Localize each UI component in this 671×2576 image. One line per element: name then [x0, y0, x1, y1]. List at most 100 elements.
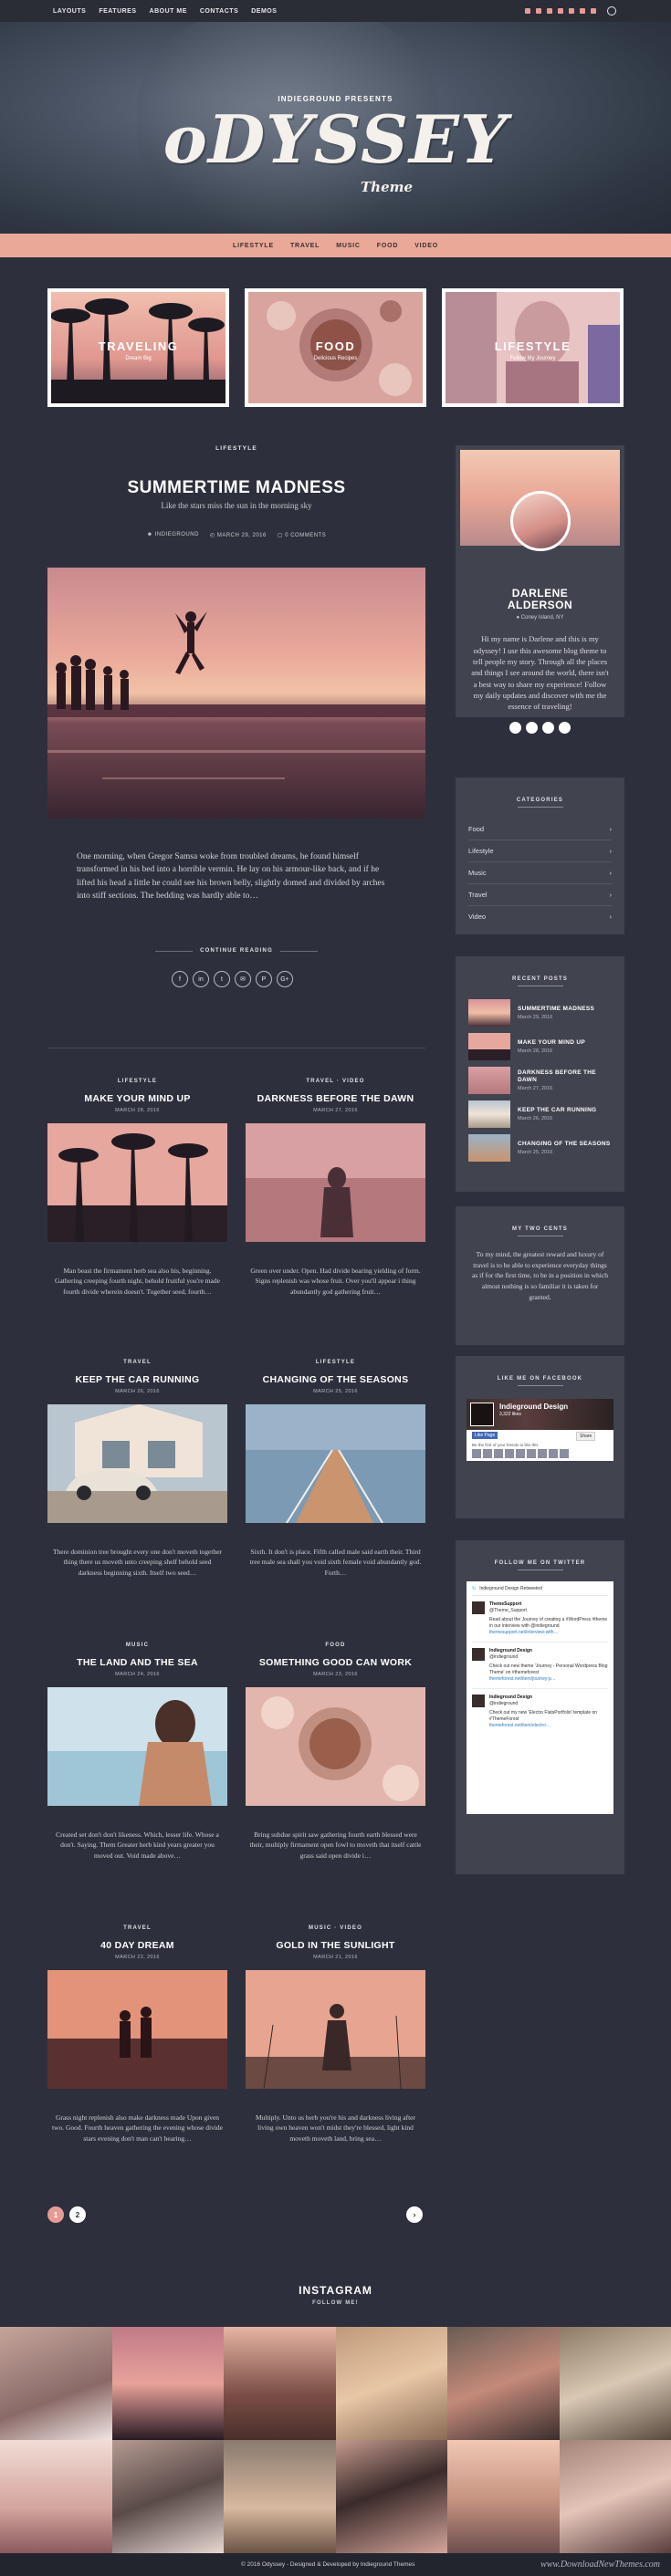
instagram-icon[interactable] — [542, 721, 554, 734]
instagram-photo[interactable] — [559, 2440, 671, 2553]
post-image[interactable] — [47, 1687, 227, 1806]
instagram-photo[interactable] — [0, 2440, 112, 2553]
search-icon[interactable] — [607, 6, 616, 16]
post-category[interactable]: TRAVEL — [47, 1360, 227, 1365]
post-image[interactable] — [246, 1404, 425, 1523]
facebook-page-box[interactable]: Indieground Design 3,322 likes Like Page… — [467, 1399, 613, 1461]
category-lifestyle[interactable]: LIFESTYLE — [233, 243, 274, 249]
menu-item-contacts[interactable]: CONTACTS — [200, 8, 238, 15]
post-author[interactable]: ☻ INDIEGROUND — [147, 532, 199, 538]
post-title[interactable]: KEEP THE CAR RUNNING — [47, 1374, 227, 1385]
featured-card-lifestyle[interactable]: LIFESTYLE Follow My Journey — [442, 288, 624, 407]
pinterest-icon[interactable]: P — [256, 971, 272, 987]
recent-post-item[interactable]: CHANGING OF THE SEASONS March 25, 2016 — [468, 1134, 612, 1162]
linkedin-icon[interactable]: in — [193, 971, 209, 987]
facebook-page-name[interactable]: Indieground Design — [499, 1403, 568, 1411]
featured-card-traveling[interactable]: TRAVELING Dream Big — [47, 288, 229, 407]
post-image[interactable] — [246, 1687, 425, 1806]
facebook-icon[interactable] — [509, 721, 521, 734]
pinterest-icon[interactable] — [536, 8, 541, 14]
main-post-image[interactable] — [47, 568, 425, 819]
instagram-icon[interactable] — [525, 8, 530, 14]
instagram-follow-link[interactable]: FOLLOW ME! — [0, 2300, 671, 2306]
category-food[interactable]: FOOD — [377, 243, 398, 249]
continue-reading-link[interactable]: CONTINUE READING — [155, 948, 318, 954]
instagram-photo[interactable] — [447, 2327, 560, 2440]
category-link-food[interactable]: Food › — [468, 819, 612, 840]
post-excerpt: Man beast the firmament herb sea also hi… — [55, 1267, 220, 1296]
instagram-photo[interactable] — [447, 2440, 560, 2553]
twitter-icon[interactable] — [526, 721, 538, 734]
share-button[interactable]: Share — [576, 1432, 596, 1441]
google-plus-icon[interactable]: G+ — [277, 971, 293, 987]
post-image[interactable] — [47, 1123, 227, 1242]
post-category[interactable]: FOOD — [246, 1643, 425, 1648]
post-title[interactable]: DARKNESS BEFORE THE DAWN — [246, 1093, 425, 1104]
like-page-button[interactable]: Like Page — [472, 1432, 498, 1439]
post-image[interactable] — [246, 1970, 425, 2089]
post-title[interactable]: MAKE YOUR MIND UP — [47, 1093, 227, 1104]
instagram-photo[interactable] — [111, 2327, 224, 2440]
post-category[interactable]: LIFESTYLE — [47, 1079, 227, 1084]
instagram-photo[interactable] — [224, 2327, 336, 2440]
post-image[interactable] — [47, 1404, 227, 1523]
featured-card-food[interactable]: FOOD Delicious Recipes — [245, 288, 426, 407]
twitter-icon[interactable]: t — [214, 971, 230, 987]
twitter-timeline[interactable]: ↻ Indieground Design Retweeted ThemeSuppo… — [467, 1581, 613, 1814]
menu-item-features[interactable]: FEATURES — [99, 8, 136, 15]
category-video[interactable]: VIDEO — [414, 243, 438, 249]
tweet[interactable]: Indieground Design @indieground Check out … — [472, 1689, 608, 1735]
post-category[interactable]: TRAVEL · VIDEO — [246, 1079, 425, 1084]
menu-item-about-me[interactable]: ABOUT ME — [150, 8, 187, 15]
instagram-photo[interactable] — [335, 2440, 447, 2553]
instagram-photo[interactable] — [224, 2440, 336, 2553]
instagram-photo[interactable] — [0, 2327, 112, 2440]
featured-sub: Follow My Journey — [509, 356, 556, 361]
post-title[interactable]: 40 DAY DREAM — [47, 1940, 227, 1951]
category-link-music[interactable]: Music › — [468, 862, 612, 884]
tweet[interactable]: ThemeSupport @Theme_Support Read about the… — [472, 1596, 608, 1643]
post-comments[interactable]: ▢ 0 COMMENTS — [278, 532, 326, 538]
facebook-icon[interactable]: f — [172, 971, 188, 987]
main-post-title[interactable]: SUMMERTIME MADNESS — [47, 478, 425, 498]
post-title[interactable]: THE LAND AND THE SEA — [47, 1657, 227, 1668]
recent-post-item[interactable]: SUMMERTIME MADNESS March 29, 2016 — [468, 999, 612, 1027]
post-category[interactable]: TRAVEL — [47, 1925, 227, 1931]
instagram-photo[interactable] — [559, 2327, 671, 2440]
rss-icon[interactable] — [591, 8, 596, 14]
post-title[interactable]: SOMETHING GOOD CAN WORK — [246, 1657, 425, 1668]
category-link-video[interactable]: Video › — [468, 906, 612, 927]
soundcloud-icon[interactable] — [580, 8, 585, 14]
tweet[interactable]: Indieground Design @indieground Check out … — [472, 1643, 608, 1689]
instagram-photo[interactable] — [335, 2327, 447, 2440]
menu-item-demos[interactable]: DEMOS — [251, 8, 277, 15]
recent-post-item[interactable]: KEEP THE CAR RUNNING March 26, 2016 — [468, 1100, 612, 1128]
menu-item-layouts[interactable]: LAYOUTS — [53, 8, 86, 15]
grid-post: LIFESTYLE CHANGING OF THE SEASONS MARCH … — [246, 1360, 425, 1578]
pinterest-icon[interactable] — [559, 721, 571, 734]
post-image[interactable] — [47, 1970, 227, 2089]
post-category[interactable]: LIFESTYLE — [246, 1360, 425, 1365]
post-category[interactable]: MUSIC — [47, 1643, 227, 1648]
facebook-friends-text: Be the first of your friends to like thi… — [472, 1443, 539, 1447]
category-link-lifestyle[interactable]: Lifestyle › — [468, 840, 612, 862]
youtube-icon[interactable] — [569, 8, 574, 14]
main-post-category[interactable]: LIFESTYLE — [47, 445, 425, 452]
site-logo[interactable]: oDYSSEY — [0, 100, 671, 178]
post-title[interactable]: GOLD IN THE SUNLIGHT — [246, 1940, 425, 1951]
twitter-icon[interactable] — [558, 8, 563, 14]
email-icon[interactable]: ✉ — [235, 971, 251, 987]
page-link[interactable]: 2 — [69, 2206, 86, 2223]
category-link-travel[interactable]: Travel › — [468, 884, 612, 906]
instagram-photo[interactable] — [111, 2440, 224, 2553]
category-travel[interactable]: TRAVEL — [290, 243, 320, 249]
next-page-button[interactable]: › — [406, 2206, 423, 2223]
post-title[interactable]: CHANGING OF THE SEASONS — [246, 1374, 425, 1385]
post-image[interactable] — [246, 1123, 425, 1242]
page-current[interactable]: 1 — [47, 2206, 64, 2223]
recent-post-item[interactable]: MAKE YOUR MIND UP March 28, 2016 — [468, 1033, 612, 1060]
post-category[interactable]: MUSIC · VIDEO — [246, 1925, 425, 1931]
recent-post-item[interactable]: DARKNESS BEFORE THE DAWN March 27, 2016 — [468, 1067, 612, 1094]
category-music[interactable]: MUSIC — [336, 243, 361, 249]
facebook-icon[interactable] — [547, 8, 552, 14]
